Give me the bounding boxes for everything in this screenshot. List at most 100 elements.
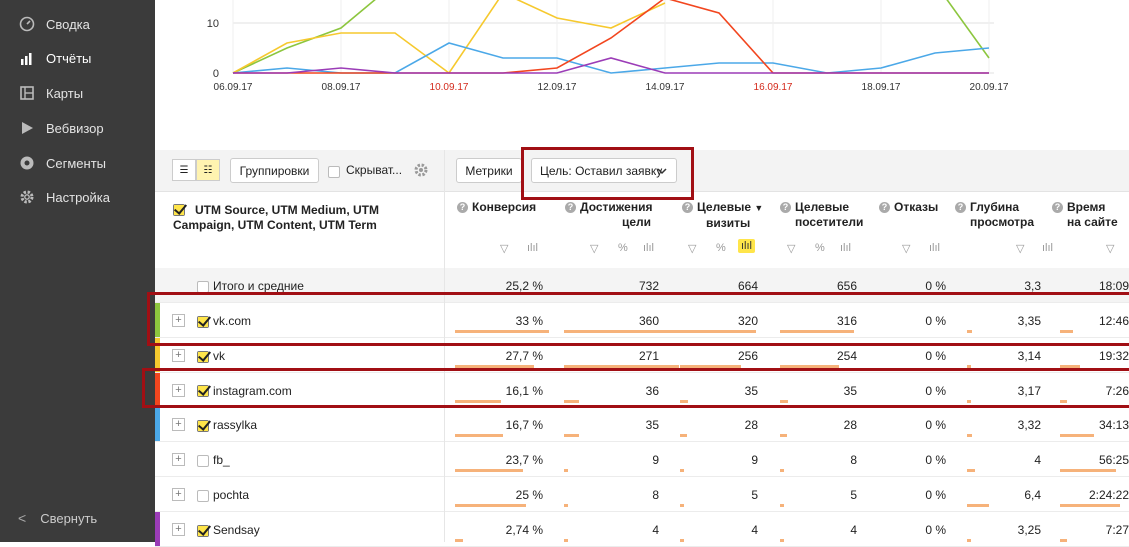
x-tick-label: 08.09.17 [322, 82, 361, 93]
value-bar [564, 469, 568, 473]
sidebar-item-summary[interactable]: Сводка [0, 7, 155, 41]
collapse-sidebar-button[interactable]: < Свернуть [18, 510, 97, 526]
expand-icon[interactable]: + [172, 522, 185, 536]
row-checkbox[interactable] [197, 349, 209, 363]
table-cell: 6,4 [1024, 488, 1041, 502]
y-tick-label: 0 [213, 68, 219, 80]
table-cell: 254 [836, 348, 857, 363]
filter-icon[interactable]: ▽ [787, 242, 795, 255]
column-header-label-line2: просмотра [970, 215, 1035, 229]
help-icon: ? [565, 202, 576, 213]
value-bar [680, 504, 684, 507]
filter-icon[interactable]: ▽ [1106, 242, 1114, 255]
filter-icon[interactable]: ▽ [1016, 242, 1024, 255]
hide-checkbox[interactable] [328, 164, 340, 178]
gear-icon [18, 188, 36, 206]
percent-icon[interactable]: % [716, 242, 726, 254]
gear-icon[interactable] [413, 162, 429, 181]
expand-icon[interactable]: + [172, 453, 185, 467]
table-cell: 0 % [925, 522, 946, 537]
highlight-rows-vk [147, 292, 1129, 346]
dimension-header: UTM Source, UTM Medium, UTM Campaign, UT… [173, 203, 379, 232]
chart-toggle-icon[interactable]: ılıl [643, 242, 654, 254]
row-checkbox[interactable] [197, 523, 209, 537]
value-bar [967, 538, 971, 542]
column-header-bounces[interactable]: ? Отказы [879, 200, 938, 215]
table-cell: 4 [751, 522, 758, 537]
value-bar [1060, 504, 1120, 507]
chart-toggle-icon[interactable]: ılıl [527, 242, 538, 254]
sidebar-item-webvisor[interactable]: Вебвизор [0, 111, 155, 145]
sidebar-item-label: Отчёты [46, 50, 92, 66]
value-bar [455, 504, 526, 507]
filter-icon[interactable]: ▽ [590, 242, 598, 255]
tree-view-toggle[interactable]: ☷ [196, 159, 220, 181]
list-view-toggle[interactable]: ☰ [172, 159, 196, 181]
value-bar [455, 469, 523, 473]
expand-icon[interactable]: + [172, 348, 185, 362]
column-header-conversion[interactable]: ? Конверсия [457, 200, 536, 215]
row-checkbox[interactable] [197, 453, 209, 468]
table-cell: 9 [751, 453, 758, 468]
table-cell: 0 % [925, 453, 946, 468]
series-line [232, 0, 376, 74]
highlight-goal-select [521, 147, 694, 200]
table-cell: 0 % [925, 348, 946, 363]
table-cell: 3,25 [1017, 522, 1041, 537]
table-cell: 271 [638, 348, 659, 363]
column-header-label: Глубина [970, 200, 1020, 214]
sidebar-item-settings[interactable]: Настройка [0, 180, 155, 214]
row-label: Sendsay [213, 522, 260, 537]
table-row[interactable]: + fb_ 23,7 % 9 9 8 0 % 4 56:25 [155, 442, 1129, 478]
table-cell: 34:13 [1098, 418, 1129, 433]
table-cell: 28 [744, 418, 758, 433]
row-checkbox[interactable] [197, 488, 209, 502]
chart-toggle-icon[interactable]: ılıl [929, 242, 940, 254]
value-bar [1060, 434, 1094, 438]
help-icon: ? [780, 202, 791, 213]
sidebar-item-reports[interactable]: Отчёты [0, 41, 155, 75]
expand-icon[interactable]: + [172, 418, 185, 432]
sidebar-item-label: Вебвизор [46, 120, 104, 136]
hide-checkbox-box [328, 165, 340, 178]
sidebar-item-maps[interactable]: Карты [0, 76, 155, 110]
table-cell: 35 [645, 418, 659, 433]
value-bar [564, 504, 568, 507]
filter-icon[interactable]: ▽ [902, 242, 910, 255]
table-cell: 4 [652, 522, 659, 537]
filter-icon[interactable]: ▽ [688, 242, 696, 255]
groupings-button[interactable]: Группировки [230, 158, 319, 183]
table-row[interactable]: + rassylka 16,7 % 35 28 28 0 % 3,32 34:13 [155, 407, 1129, 443]
x-tick-label: 10.09.17 [430, 82, 469, 93]
column-header-time[interactable]: ? Время на сайте [1052, 200, 1129, 230]
series-line [233, 0, 989, 74]
column-header-label: Целевые [795, 200, 850, 214]
table-cell: 27,7 % [505, 348, 543, 363]
table-cell: 5 [850, 488, 857, 502]
row-checkbox[interactable] [197, 279, 209, 293]
chart-toggle-icon[interactable]: ılıl [840, 242, 851, 254]
chart-toggle-icon[interactable]: ılıl [1042, 242, 1053, 254]
row-checkbox-box [197, 524, 209, 537]
row-label: vk [213, 348, 225, 363]
table-cell: 23,7 % [505, 453, 543, 468]
row-checkbox[interactable] [197, 418, 209, 433]
table-cell: 16,7 % [505, 418, 543, 433]
metrics-button[interactable]: Метрики [456, 158, 522, 183]
column-header-goal-reaches[interactable]: ? Достижения цели [565, 200, 655, 230]
column-header-target-visits[interactable]: ? Целевые ▼ визиты [682, 200, 772, 231]
expand-icon[interactable]: + [172, 488, 185, 501]
row-checkbox-box [197, 420, 209, 433]
filter-icon[interactable]: ▽ [500, 242, 508, 255]
table-cell: 56:25 [1098, 453, 1129, 468]
column-header-target-visitors[interactable]: ? Целевые посетители [780, 200, 875, 230]
chart-toggle-icon-active[interactable]: ılıl [738, 239, 755, 253]
percent-icon[interactable]: % [815, 242, 825, 254]
value-bar [780, 469, 784, 473]
row-checkbox-box [197, 489, 209, 502]
table-row[interactable]: + pochta 25 % 8 5 5 0 % 6,4 2:24:22 [155, 477, 1129, 512]
table-cell: 656 [836, 279, 857, 293]
sidebar-item-segments[interactable]: Сегменты [0, 146, 155, 180]
percent-icon[interactable]: % [618, 242, 628, 254]
column-header-depth[interactable]: ? Глубина просмотра [955, 200, 1045, 230]
